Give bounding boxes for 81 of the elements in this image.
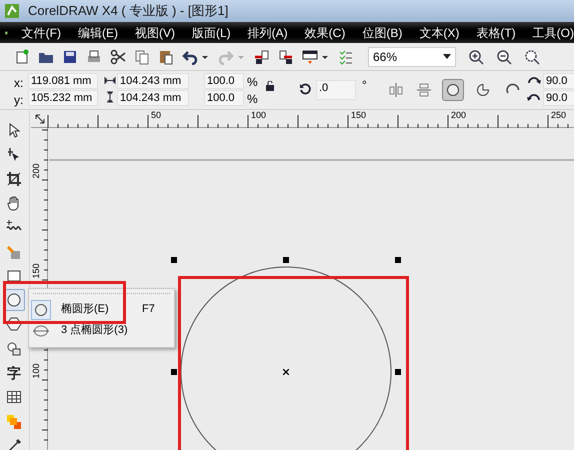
selection-handle[interactable] bbox=[171, 369, 177, 375]
start-angle-icon bbox=[527, 75, 541, 85]
mirror-vertical-icon[interactable] bbox=[416, 82, 432, 98]
selection-handle[interactable] bbox=[171, 257, 177, 263]
selection-handle[interactable] bbox=[395, 369, 401, 375]
app-icon bbox=[4, 3, 20, 19]
ruler-label: 200 bbox=[31, 162, 41, 181]
menu-item[interactable]: 版面(L) bbox=[192, 24, 231, 42]
ruler-label: 150 bbox=[31, 262, 41, 281]
rotate-icon bbox=[299, 83, 311, 95]
ellipse-icon bbox=[6, 292, 22, 308]
flyout-label: 3 点椭圆形(3) bbox=[61, 323, 128, 338]
shapes-icon bbox=[6, 340, 22, 357]
menu-item[interactable]: 文件(F) bbox=[22, 24, 61, 42]
undo-icon[interactable] bbox=[182, 48, 198, 64]
width-icon bbox=[104, 76, 116, 85]
menu-item[interactable]: 表格(T) bbox=[476, 24, 516, 42]
ruler-label: 100 bbox=[251, 110, 266, 120]
table-icon bbox=[6, 389, 22, 406]
cut-icon[interactable] bbox=[110, 48, 126, 64]
ellipse-mode-button[interactable] bbox=[442, 79, 464, 101]
x-position-field[interactable]: 119.081 mm bbox=[28, 73, 98, 89]
menu-item[interactable]: 编辑(E) bbox=[78, 24, 118, 42]
polygon-icon bbox=[6, 316, 22, 332]
paste-icon[interactable] bbox=[158, 48, 174, 64]
percent-sign: % bbox=[247, 91, 258, 108]
zoom-dropdown[interactable]: 66% bbox=[368, 46, 456, 66]
height-field[interactable]: 104.243 mm bbox=[117, 90, 189, 106]
interactive-icon bbox=[6, 414, 22, 430]
shortcut-label: F7 bbox=[142, 302, 155, 318]
flyout-label: 椭圆形(E) bbox=[61, 302, 109, 318]
menu-item[interactable]: 文本(X) bbox=[419, 24, 460, 42]
scale-y-field[interactable]: 100.0 bbox=[204, 90, 244, 106]
flyout-item[interactable]: 3 点椭圆形(3) bbox=[31, 320, 172, 341]
start-angle-field[interactable]: 90.0 bbox=[543, 73, 574, 89]
ruler-label: 100 bbox=[31, 362, 41, 381]
ruler-origin-icon[interactable] bbox=[35, 114, 45, 124]
selection-handle[interactable] bbox=[283, 257, 289, 263]
save-icon[interactable] bbox=[62, 48, 78, 64]
end-angle-field[interactable]: 90.0 bbox=[543, 90, 574, 106]
y-position-field[interactable]: 105.232 mm bbox=[28, 90, 98, 106]
selection-handle[interactable] bbox=[395, 257, 401, 263]
lock-icon[interactable] bbox=[265, 81, 275, 91]
checklist-icon[interactable] bbox=[338, 48, 354, 64]
menu-item[interactable]: 位图(B) bbox=[362, 24, 402, 42]
width-field[interactable]: 104.243 mm bbox=[117, 73, 189, 89]
zoom-out-icon[interactable] bbox=[496, 48, 512, 64]
ruler-label: 50 bbox=[151, 110, 162, 120]
zoom-page-icon[interactable] bbox=[524, 48, 540, 64]
caret-icon bbox=[443, 54, 451, 59]
height-icon bbox=[106, 91, 114, 103]
crop-icon bbox=[6, 170, 22, 187]
menu-item[interactable]: 效果(C) bbox=[304, 24, 346, 42]
field-label: x: bbox=[14, 75, 24, 92]
menu-item[interactable]: 排列(A) bbox=[248, 24, 288, 42]
end-angle-icon bbox=[527, 92, 541, 102]
center-mark-icon bbox=[283, 369, 289, 375]
mirror-horizontal-icon[interactable] bbox=[388, 82, 404, 98]
import-icon[interactable] bbox=[254, 48, 270, 64]
percent-sign: % bbox=[247, 74, 258, 91]
zoom-in-icon[interactable] bbox=[468, 48, 484, 64]
copy-icon[interactable] bbox=[134, 48, 150, 64]
flyout-item[interactable]: 椭圆形(E) F7 bbox=[31, 299, 172, 320]
new-document-icon[interactable] bbox=[14, 48, 30, 64]
ruler-label: 250 bbox=[551, 110, 566, 120]
rotation-field[interactable]: .0 bbox=[316, 80, 356, 100]
ellipse-points-icon bbox=[33, 322, 49, 338]
scale-x-field[interactable]: 100.0 bbox=[204, 73, 244, 89]
degree-sign: ° bbox=[362, 77, 367, 94]
ruler-label: 150 bbox=[351, 110, 366, 120]
field-label: y: bbox=[14, 92, 24, 109]
ellipse-icon bbox=[445, 82, 461, 98]
export-icon[interactable] bbox=[278, 48, 294, 64]
print-icon[interactable] bbox=[86, 48, 102, 64]
window-title: CorelDRAW X4 ( 专业版 ) - [图形1] bbox=[28, 2, 228, 20]
text-tool[interactable]: 字 bbox=[3, 362, 25, 384]
pie-icon bbox=[475, 82, 491, 98]
ruler-label: 200 bbox=[451, 110, 466, 120]
rect-icon bbox=[6, 268, 22, 284]
menu-item[interactable]: 工具(O) bbox=[532, 24, 574, 42]
menu-item[interactable]: 视图(V) bbox=[135, 24, 175, 42]
